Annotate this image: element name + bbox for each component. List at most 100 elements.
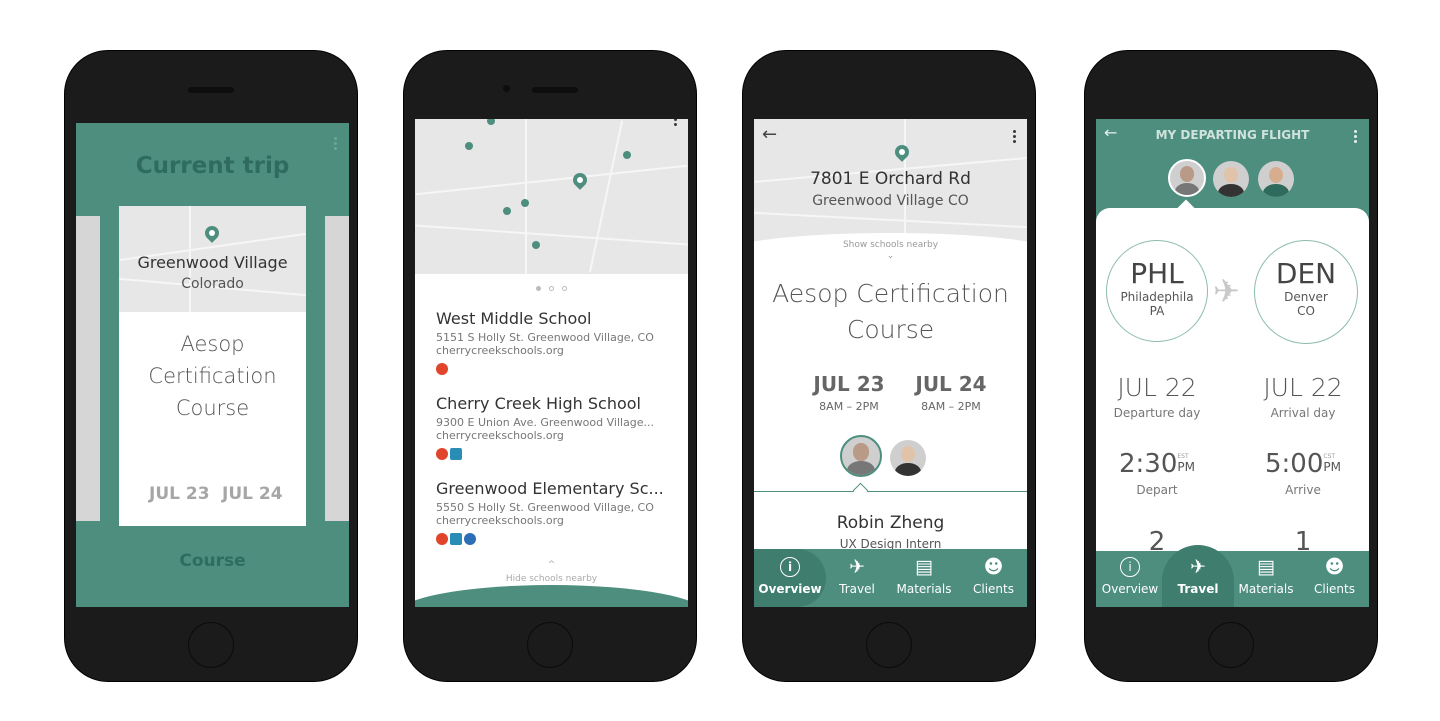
- screen-schools: West Middle School 5151 S Holly St. Gree…: [415, 119, 688, 607]
- school-marker[interactable]: [521, 199, 529, 207]
- more-icon[interactable]: [334, 137, 337, 140]
- school-marker[interactable]: [532, 241, 540, 249]
- address-city: Greenwood Village CO: [812, 193, 969, 209]
- address-line: 7801 E Orchard Rd: [810, 169, 971, 189]
- plane-icon: ✈: [1213, 272, 1240, 310]
- avatar[interactable]: [1213, 161, 1249, 197]
- arrive-label: Arrive: [1285, 483, 1321, 497]
- nav-clients[interactable]: ☻ Clients: [960, 549, 1027, 607]
- school-website[interactable]: cherrycreekschools.org: [436, 514, 681, 527]
- home-button[interactable]: [188, 622, 234, 668]
- divider-notch: [852, 482, 869, 499]
- time-1: 8AM – 2PM: [819, 400, 879, 413]
- phone-3: ← 7801 E Orchard Rd Greenwood Village CO…: [742, 50, 1036, 682]
- page-title: Current trip: [135, 153, 290, 179]
- origin-code: PHL: [1130, 257, 1184, 290]
- page-title: MY DEPARTING FLIGHT: [1155, 128, 1310, 142]
- prev-card-peek[interactable]: [76, 216, 100, 521]
- chevron-down-icon[interactable]: ⌄: [754, 251, 1027, 261]
- trip-card[interactable]: Greenwood Village Colorado Aesop Certifi…: [119, 206, 306, 526]
- location-subtitle: Colorado: [181, 276, 244, 292]
- nav-materials[interactable]: ▤ Materials: [1232, 549, 1300, 607]
- school-website[interactable]: cherrycreekschools.org: [436, 344, 681, 357]
- home-button[interactable]: [1208, 622, 1254, 668]
- show-schools-link[interactable]: Show schools nearby: [754, 240, 1027, 250]
- depart-time: 2:30: [1119, 449, 1178, 479]
- screen-course-overview: ← 7801 E Orchard Rd Greenwood Village CO…: [754, 119, 1027, 607]
- date-1: JUL 23: [813, 372, 885, 396]
- school-name: West Middle School: [436, 309, 592, 328]
- date-start: JUL 23: [149, 484, 210, 504]
- bottom-nav: i Overview ✈ Travel ▤ Materials ☻ Client…: [754, 549, 1027, 607]
- arrival-date: JUL 22: [1263, 373, 1343, 402]
- school-item[interactable]: Greenwood Elementary Sc... 5550 S Holly …: [436, 479, 681, 549]
- screen-current-trip: Current trip Greenwood Village Colorado …: [76, 123, 349, 607]
- departure-date: JUL 22: [1117, 373, 1197, 402]
- location-pin-icon: [202, 223, 222, 243]
- plane-icon: ✈: [849, 556, 865, 578]
- school-marker[interactable]: [465, 142, 473, 150]
- bottom-label: Course: [179, 551, 246, 571]
- info-icon: i: [1120, 557, 1140, 577]
- nav-materials[interactable]: ▤ Materials: [888, 549, 960, 607]
- hide-schools-link[interactable]: Hide schools nearby: [415, 574, 688, 584]
- schools-map[interactable]: [415, 119, 688, 274]
- departure-label: Departure day: [1113, 406, 1201, 420]
- school-address: 5550 S Holly St. Greenwood Village, CO: [436, 501, 654, 514]
- origin-city: Philadephila: [1120, 290, 1194, 304]
- next-card-peek[interactable]: [325, 216, 349, 521]
- school-marker[interactable]: [623, 151, 631, 159]
- school-website[interactable]: cherrycreekschools.org: [436, 429, 681, 442]
- school-name: Greenwood Elementary Sc...: [436, 479, 664, 498]
- avatar[interactable]: [840, 435, 882, 477]
- phone-2: West Middle School 5151 S Holly St. Gree…: [403, 50, 697, 682]
- school-marker[interactable]: [503, 207, 511, 215]
- screen-flight: ← MY DEPARTING FLIGHT PHL Philadephila P…: [1096, 119, 1369, 607]
- arrive-ampm: PM: [1323, 460, 1341, 474]
- chevron-up-icon[interactable]: ^: [415, 560, 688, 570]
- course-name: Aesop Certification Course: [148, 332, 277, 420]
- school-item[interactable]: West Middle School 5151 S Holly St. Gree…: [436, 309, 681, 379]
- card-map: Greenwood Village Colorado: [119, 206, 306, 312]
- arrival-label: Arrival day: [1270, 406, 1336, 420]
- school-item[interactable]: Cherry Creek High School 9300 E Union Av…: [436, 394, 681, 464]
- users-icon: ☻: [1324, 556, 1345, 578]
- back-arrow-icon[interactable]: ←: [762, 124, 777, 145]
- speaker: [532, 87, 578, 93]
- more-icon[interactable]: [1354, 130, 1357, 133]
- nav-overview[interactable]: i Overview: [754, 549, 826, 607]
- avatar[interactable]: [890, 440, 926, 476]
- destination-city: Denver: [1284, 290, 1328, 304]
- phone-1: Current trip Greenwood Village Colorado …: [64, 50, 358, 682]
- date-2: JUL 24: [915, 372, 987, 396]
- school-logo-icon: [436, 448, 448, 460]
- time-2: 8AM – 2PM: [921, 400, 981, 413]
- avatar[interactable]: [1258, 161, 1294, 197]
- plane-icon: ✈: [1190, 556, 1206, 578]
- phone-4: ← MY DEPARTING FLIGHT PHL Philadephila P…: [1084, 50, 1378, 682]
- page-indicator: [415, 286, 688, 291]
- destination-code: DEN: [1275, 257, 1337, 290]
- users-icon: ☻: [983, 556, 1004, 578]
- nav-overview[interactable]: i Overview: [1096, 549, 1164, 607]
- depart-ampm: PM: [1177, 460, 1195, 474]
- front-camera: [503, 85, 510, 92]
- origin-state: PA: [1149, 304, 1165, 318]
- school-marker[interactable]: [487, 119, 495, 125]
- divider: [754, 491, 1027, 492]
- more-icon[interactable]: [1013, 130, 1016, 133]
- nav-travel[interactable]: ✈ Travel: [1164, 549, 1232, 607]
- info-icon: i: [780, 557, 800, 577]
- destination-state: CO: [1297, 304, 1315, 318]
- nav-travel[interactable]: ✈ Travel: [826, 549, 888, 607]
- school-logo-icon: [436, 533, 448, 545]
- depart-label: Depart: [1136, 483, 1178, 497]
- school-address: 9300 E Union Ave. Greenwood Village...: [436, 416, 655, 429]
- avatar[interactable]: [1168, 159, 1206, 197]
- school-logo-icon: [436, 363, 448, 375]
- depart-time-block: 2:30 EST PM: [1096, 449, 1218, 479]
- home-button[interactable]: [866, 622, 912, 668]
- nav-clients[interactable]: ☻ Clients: [1300, 549, 1369, 607]
- home-button[interactable]: [527, 622, 573, 668]
- location-title: Greenwood Village: [137, 253, 288, 272]
